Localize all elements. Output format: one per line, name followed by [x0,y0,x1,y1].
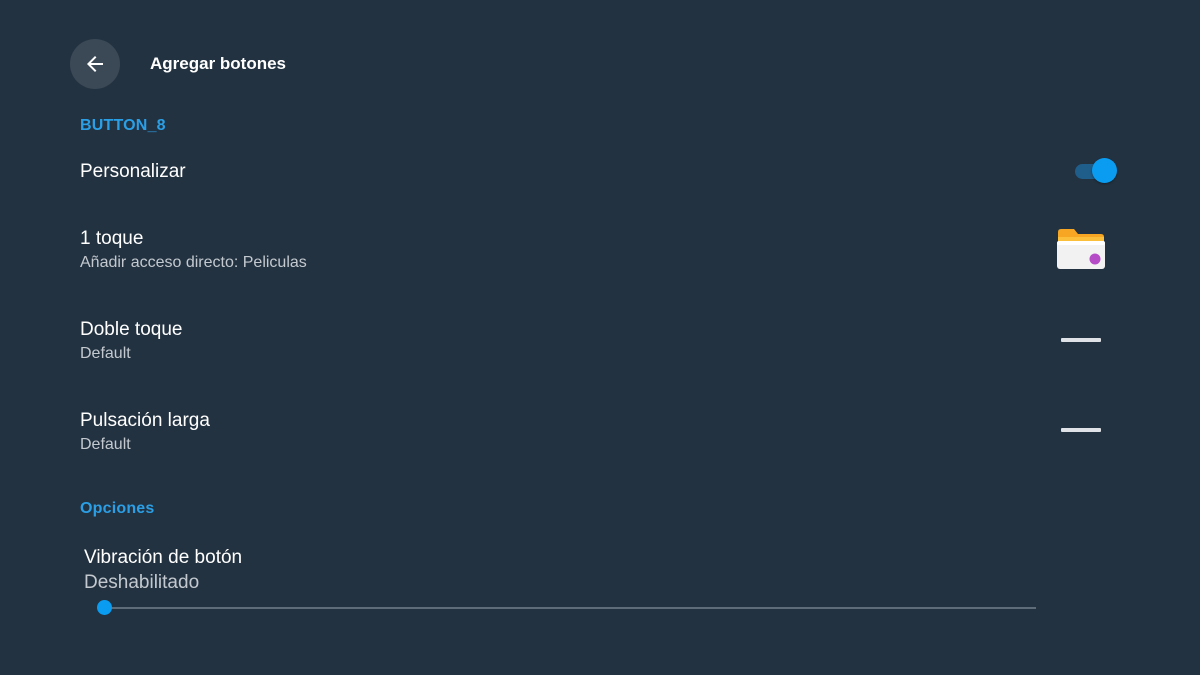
personalize-label: Personalizar [80,161,186,182]
dash-icon [1061,338,1101,342]
toggle-thumb [1092,158,1117,183]
section-header-options: Opciones [80,500,155,517]
single-tap-row[interactable]: 1 toque Añadir acceso directo: Peliculas [80,227,1120,274]
vibration-slider[interactable] [97,600,1036,615]
single-tap-label: 1 toque [80,228,144,249]
section-header-button: BUTTON_8 [80,117,166,134]
long-press-value: Default [80,436,131,453]
long-press-row[interactable]: Pulsación larga Default [80,409,1120,456]
back-button[interactable] [70,39,120,89]
double-tap-row[interactable]: Doble toque Default [80,318,1120,365]
double-tap-label: Doble toque [80,319,183,340]
dash-icon [1061,428,1101,432]
long-press-label: Pulsación larga [80,410,210,431]
slider-thumb[interactable] [97,600,112,615]
vibration-row: Vibración de botón Deshabilitado [84,546,1044,596]
vibration-label: Vibración de botón [84,547,243,568]
vibration-value: Deshabilitado [84,572,200,593]
settings-screen: Agregar botones BUTTON_8 Personalizar 1 … [0,0,1200,675]
personalize-row[interactable]: Personalizar [80,160,1120,184]
folder-icon [1057,229,1105,269]
double-tap-value: Default [80,345,131,362]
single-tap-value: Añadir acceso directo: Peliculas [80,254,307,271]
page-title: Agregar botones [150,54,287,73]
arrow-left-icon [87,56,103,72]
personalize-toggle[interactable] [1075,158,1117,184]
